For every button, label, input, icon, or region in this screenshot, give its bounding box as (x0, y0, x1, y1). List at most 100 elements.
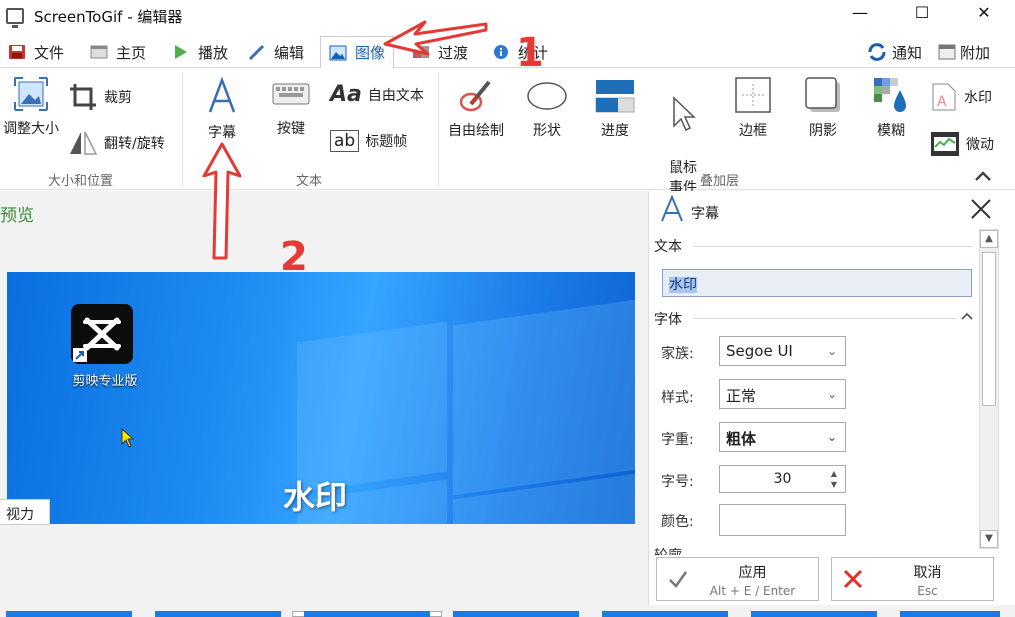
close-icon[interactable] (969, 197, 993, 221)
color-label: 颜色: (661, 514, 694, 530)
image-icon (329, 45, 347, 60)
ribbon: 调整大小 裁剪 翻转/旋转 大小和位置 字幕 按键 Aa 自由文本 ab 标题帧… (0, 68, 1015, 196)
font-size-stepper[interactable]: 30 ▲ ▼ (719, 465, 846, 493)
progress-button[interactable]: 进度 (592, 78, 638, 140)
caption-button[interactable]: 字幕 (196, 76, 248, 142)
size-label: 字号: (661, 474, 694, 490)
crop-button[interactable]: 裁剪 (68, 82, 132, 112)
blur-button[interactable]: 模糊 (868, 76, 914, 140)
font-family-value: Segoe UI (726, 342, 793, 360)
caption-text-input[interactable]: 水印 (662, 269, 972, 297)
frame-thumbnail[interactable] (602, 611, 728, 617)
apply-button[interactable]: 应用 Alt + E / Enter (656, 557, 819, 601)
panel-title: 字幕 (691, 206, 719, 222)
play-icon (175, 45, 187, 59)
close-button[interactable]: ✕ (953, 0, 1015, 24)
chevron-down-icon: ⌄ (826, 387, 837, 401)
free-draw-button[interactable]: 自由绘制 (442, 78, 510, 140)
motion-button[interactable]: 微动 (930, 130, 994, 158)
monitor-icon (6, 8, 24, 28)
tab-label: 文件 (34, 43, 65, 62)
resize-button[interactable]: 调整大小 (0, 76, 62, 138)
watermark-button[interactable]: A 水印 (930, 82, 992, 112)
crop-icon (70, 84, 96, 110)
vision-tab[interactable]: 视力 (0, 499, 50, 525)
tab-edit[interactable]: 编辑 (248, 36, 304, 68)
flip-rotate-button[interactable]: 翻转/旋转 (68, 130, 165, 156)
window-icon (938, 44, 956, 60)
keys-button[interactable]: 按键 (268, 78, 314, 138)
font-weight-select[interactable]: 粗体 ⌄ (719, 422, 846, 452)
scroll-up-icon[interactable]: ▲ (980, 230, 998, 248)
minimize-button[interactable]: — (829, 0, 891, 24)
keys-label: 按键 (277, 121, 305, 137)
caption-panel: 字幕 文本 水印 字体 家族: Segoe UI ⌄ 样式: 正常 ⌄ 字重: 粗体… (648, 191, 1015, 605)
tab-transition[interactable]: 过渡 (412, 36, 468, 68)
tab-label: 编辑 (274, 43, 305, 62)
group-label-size: 大小和位置 (48, 174, 114, 189)
blur-label: 模糊 (877, 123, 905, 139)
frame-thumbnail[interactable] (6, 611, 132, 617)
title-frame-button[interactable]: ab 标题帧 (330, 130, 407, 152)
preview-label: 预览 (0, 206, 34, 226)
ribbon-separator (438, 72, 439, 186)
chevron-up-icon[interactable] (961, 311, 973, 321)
shape-label: 形状 (533, 123, 561, 139)
flip-icon (70, 131, 98, 155)
flip-label: 翻转/旋转 (104, 136, 165, 152)
font-family-select[interactable]: Segoe UI ⌄ (719, 336, 846, 366)
scroll-down-icon[interactable]: ▼ (980, 530, 998, 548)
color-picker[interactable] (719, 504, 846, 536)
desktop-icon-label: 剪映专业版 (72, 374, 138, 389)
border-button[interactable]: 边框 (730, 76, 776, 140)
window-title: ScreenToGif - 编辑器 (34, 7, 183, 26)
notify-button[interactable]: 通知 (866, 36, 922, 68)
frame-thumbnail[interactable] (304, 611, 430, 617)
chevron-down-icon: ⌄ (826, 344, 837, 358)
resize-icon (14, 77, 48, 111)
free-text-button[interactable]: Aa 自由文本 (330, 82, 424, 107)
window-pane (453, 298, 635, 496)
attach-label: 附加 (960, 43, 991, 62)
tab-label: 图像 (355, 44, 386, 62)
preview-area: 预览 剪映专业版 水印 视力 (0, 191, 648, 605)
home-icon (90, 45, 108, 59)
preview-canvas[interactable]: 剪映专业版 水印 (7, 272, 635, 524)
weight-label: 字重: (661, 432, 694, 448)
shape-button[interactable]: 形状 (524, 78, 570, 140)
brush-icon (459, 80, 491, 112)
free-text-icon: Aa (330, 82, 362, 107)
panel-scrollbar[interactable]: ▲ ▼ (979, 229, 999, 549)
cancel-label: 取消 (913, 565, 942, 581)
ribbon-separator (182, 72, 183, 186)
shadow-button[interactable]: 阴影 (800, 76, 846, 140)
title-frame-label: 标题帧 (365, 134, 408, 150)
cancel-button[interactable]: 取消 Esc (831, 557, 994, 601)
filmstrip-icon (931, 132, 959, 156)
frame-thumbnail[interactable] (900, 611, 1000, 617)
watermark-overlay-text: 水印 (283, 478, 348, 516)
collapse-ribbon-icon[interactable] (973, 168, 993, 184)
tab-home[interactable]: 主页 (90, 36, 146, 68)
attach-button[interactable]: 附加 (938, 36, 990, 68)
maximize-button[interactable]: ☐ (891, 0, 953, 24)
caption-text-value: 水印 (669, 277, 697, 293)
frame-thumbnail[interactable] (453, 611, 579, 617)
crop-label: 裁剪 (104, 90, 132, 106)
increment-arrow-icon[interactable]: ▲ (831, 469, 837, 479)
capcut-app-icon (71, 304, 133, 364)
tab-file[interactable]: 文件 (8, 36, 64, 68)
tab-image[interactable]: 图像 (320, 36, 395, 69)
title-bar: ScreenToGif - 编辑器 — ☐ ✕ (0, 0, 1015, 32)
frame-thumbnail[interactable] (751, 611, 877, 617)
ribbon-tabs: 文件 主页 播放 编辑 图像 过渡 统计 通知 附加 (0, 36, 1015, 69)
decrement-arrow-icon[interactable]: ▼ (831, 480, 837, 490)
info-icon (494, 45, 508, 59)
tab-play[interactable]: 播放 (172, 36, 228, 68)
save-icon (9, 45, 25, 59)
font-size-value: 30 (773, 471, 792, 487)
notify-label: 通知 (892, 43, 923, 62)
scroll-thumb[interactable] (982, 252, 996, 406)
font-style-select[interactable]: 正常 ⌄ (719, 379, 846, 409)
frame-thumbnail[interactable] (155, 611, 281, 617)
